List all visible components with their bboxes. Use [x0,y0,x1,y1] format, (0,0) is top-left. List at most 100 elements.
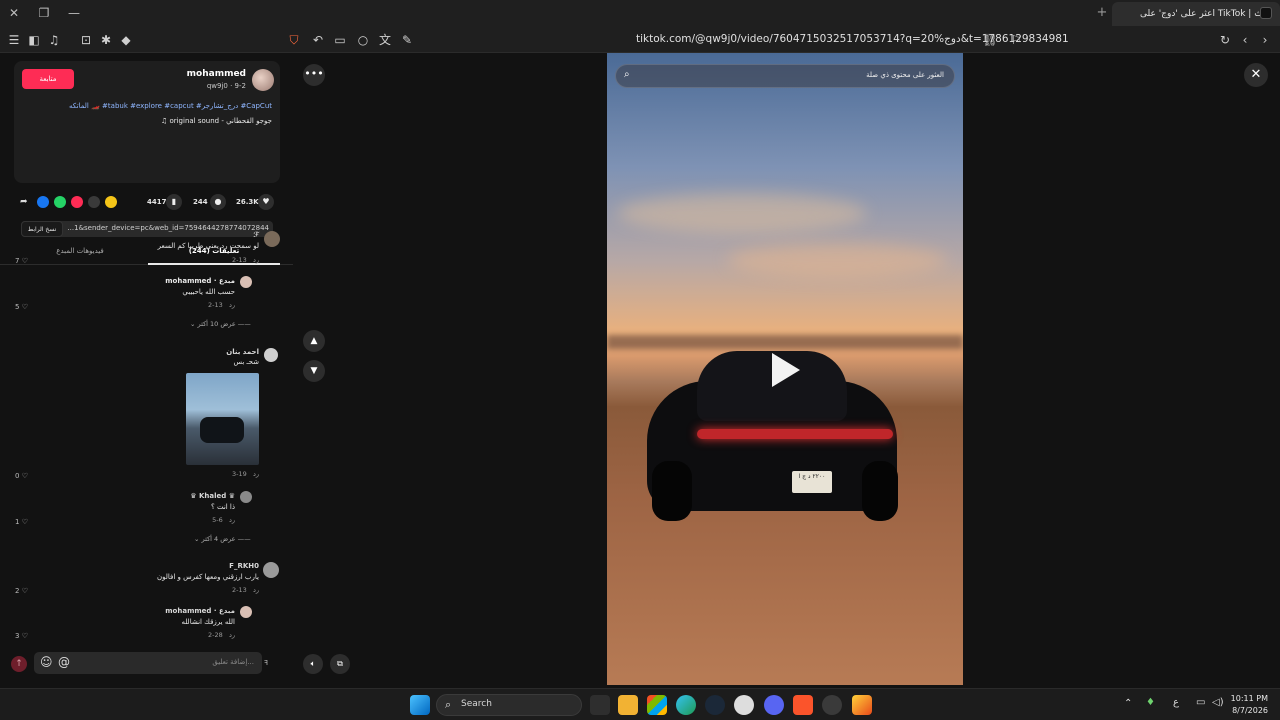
speaker-icon[interactable]: ◁) [1212,697,1224,708]
brave-icon[interactable] [793,695,813,715]
music-icon[interactable]: ♫ [46,32,62,48]
mention-icon[interactable]: @ [58,655,70,669]
menu-icon[interactable]: ☰ [6,32,22,48]
picture-in-picture-icon[interactable]: ⧉ [330,654,350,674]
translate-icon[interactable]: 文 [377,32,393,48]
comment-icon[interactable]: ● [210,194,226,210]
address-bar[interactable]: tiktok.com/@qw9j0/video/7604715032517053… [636,33,1069,45]
brave-shield-icon[interactable]: ⛉ [286,32,302,48]
screenshot-icon[interactable]: ⊡ [78,32,94,48]
play-icon[interactable] [772,353,800,387]
comment-author[interactable]: F_RKH0 [229,562,259,570]
comment-author[interactable]: mohammed · مبدع [165,277,235,285]
network-icon[interactable]: ▭ [1196,697,1205,708]
chevron-up-icon[interactable]: ⌃ [1124,698,1132,709]
reply-link[interactable]: رد [253,586,259,594]
undo-icon[interactable]: ↶ [310,32,326,48]
heart-icon[interactable]: ♥ [258,194,274,210]
emoji-share-icon[interactable] [105,196,117,208]
sound-link[interactable]: ♫ original sound - جوجو القحطاني [161,117,272,125]
discord-icon[interactable] [764,695,784,715]
follow-button[interactable]: متابعة [22,69,74,89]
comment-author[interactable]: mohammed · مبدع [165,607,235,615]
related-search-input[interactable]: ⌕ العثور على محتوى ذي صلة [615,64,955,88]
settings-icon[interactable] [734,695,754,715]
new-tab-icon[interactable]: + [1095,5,1109,20]
next-video-button[interactable]: ▼ [303,360,325,382]
comment-like[interactable]: 2 ♡ [15,587,28,595]
tiktok-share-icon[interactable] [71,196,83,208]
language-indicator[interactable]: ع [1173,697,1179,708]
reply-link[interactable]: رد [229,301,235,309]
avatar[interactable] [264,231,280,247]
embed-icon[interactable] [88,196,100,208]
bookmark-icon[interactable]: ⚐ [1008,32,1024,48]
whatsapp-icon[interactable] [54,196,66,208]
username[interactable]: mohammed [187,69,246,79]
file-explorer-icon[interactable] [618,695,638,715]
comment-meta: 2-13 رد [208,301,235,309]
post-comment-button[interactable]: ↑ [11,656,27,672]
comment-image[interactable] [186,373,259,465]
more-options-icon[interactable]: ••• [303,64,325,86]
clock[interactable]: 10:11 PM 8/7/2026 [1226,693,1268,717]
reply-link[interactable]: رد [253,256,259,264]
epic-games-icon[interactable] [590,695,610,715]
emoji-icon[interactable]: ☺ [40,655,53,669]
taskbar-search[interactable]: ⌕ Search [436,694,582,716]
store-icon[interactable] [647,695,667,715]
chatgpt-icon[interactable] [822,695,842,715]
copy-link-button[interactable]: نسخ الرابط [21,221,63,237]
avatar[interactable] [240,276,252,288]
microphone-icon[interactable]: ♦ [1146,697,1155,708]
link-icon[interactable]: ⛓ [982,32,998,48]
comment-like[interactable]: 3 ♡ [15,632,28,640]
view-more-replies[interactable]: ⌄ عرض 10 أكثر —— [190,320,251,328]
avatar[interactable] [240,491,252,503]
comment-like[interactable]: 0 ♡ [15,472,28,480]
video-player[interactable]: ٢٢٠٠ د ج ا ⌕ العثور على محتوى ذي صلة [607,53,963,685]
post-caption: الماتكه 🏎️ #tabuk #explore #capcut #درج_… [69,102,272,110]
restore-window-icon[interactable]: ❐ [34,4,54,22]
sidebar-icon[interactable]: ◧ [26,32,42,48]
facebook-icon[interactable] [37,196,49,208]
share-link-text[interactable]: ...1&sender_device=pc&web_id=75946442787… [67,224,269,232]
view-more-replies[interactable]: ⌄ عرض 4 أكثر —— [194,535,251,543]
reply-link[interactable]: رد [229,516,235,524]
bookmark-save-icon[interactable]: ▮ [166,194,182,210]
reader-icon[interactable]: ▭ [332,32,348,48]
start-icon[interactable] [410,695,430,715]
previous-video-button[interactable]: ▲ [303,330,325,352]
gif-icon[interactable]: ꟻ [264,659,268,667]
edge-icon[interactable] [676,695,696,715]
comment-input[interactable]: ☺ @ إضافة تعليق... [34,652,262,674]
comment-author[interactable]: احمد بنان [226,348,259,356]
vpn-icon[interactable]: ◆ [118,32,134,48]
minimize-window-icon[interactable]: — [64,4,84,22]
forward-icon[interactable]: › [1257,32,1273,48]
tab-creator-videos[interactable]: فيديوهات المبدع [14,247,146,255]
close-icon[interactable]: ✕ [1244,63,1268,87]
avatar[interactable] [263,562,279,578]
comment-like[interactable]: 5 ♡ [15,303,28,311]
extensions-icon[interactable]: ✱ [98,32,114,48]
back-icon[interactable]: ‹ [1237,32,1253,48]
volume-icon[interactable]: 🔈︎ [303,654,323,674]
draw-icon[interactable]: ✎ [399,32,415,48]
avatar[interactable] [240,606,252,618]
close-window-icon[interactable]: ✕ [4,4,24,22]
chat-icon[interactable]: ○ [355,32,371,48]
reply-link[interactable]: رد [253,470,259,478]
reload-icon[interactable]: ↻ [1217,32,1233,48]
comment-author[interactable]: ℱ [253,231,259,239]
share-icon[interactable]: ➦ [20,196,32,208]
reply-link[interactable]: رد [229,631,235,639]
comment-like[interactable]: 7 ♡ [15,257,28,265]
comment-author[interactable]: ♛ Khaled ♛ [190,492,235,500]
avatar[interactable] [264,348,278,362]
browser-tab[interactable]: اعثر على 'دوج' على TikTok | بحث [1112,2,1280,26]
steam-icon[interactable] [705,695,725,715]
comment-like[interactable]: 1 ♡ [15,518,28,526]
app-icon[interactable] [852,695,872,715]
avatar[interactable] [252,69,274,91]
